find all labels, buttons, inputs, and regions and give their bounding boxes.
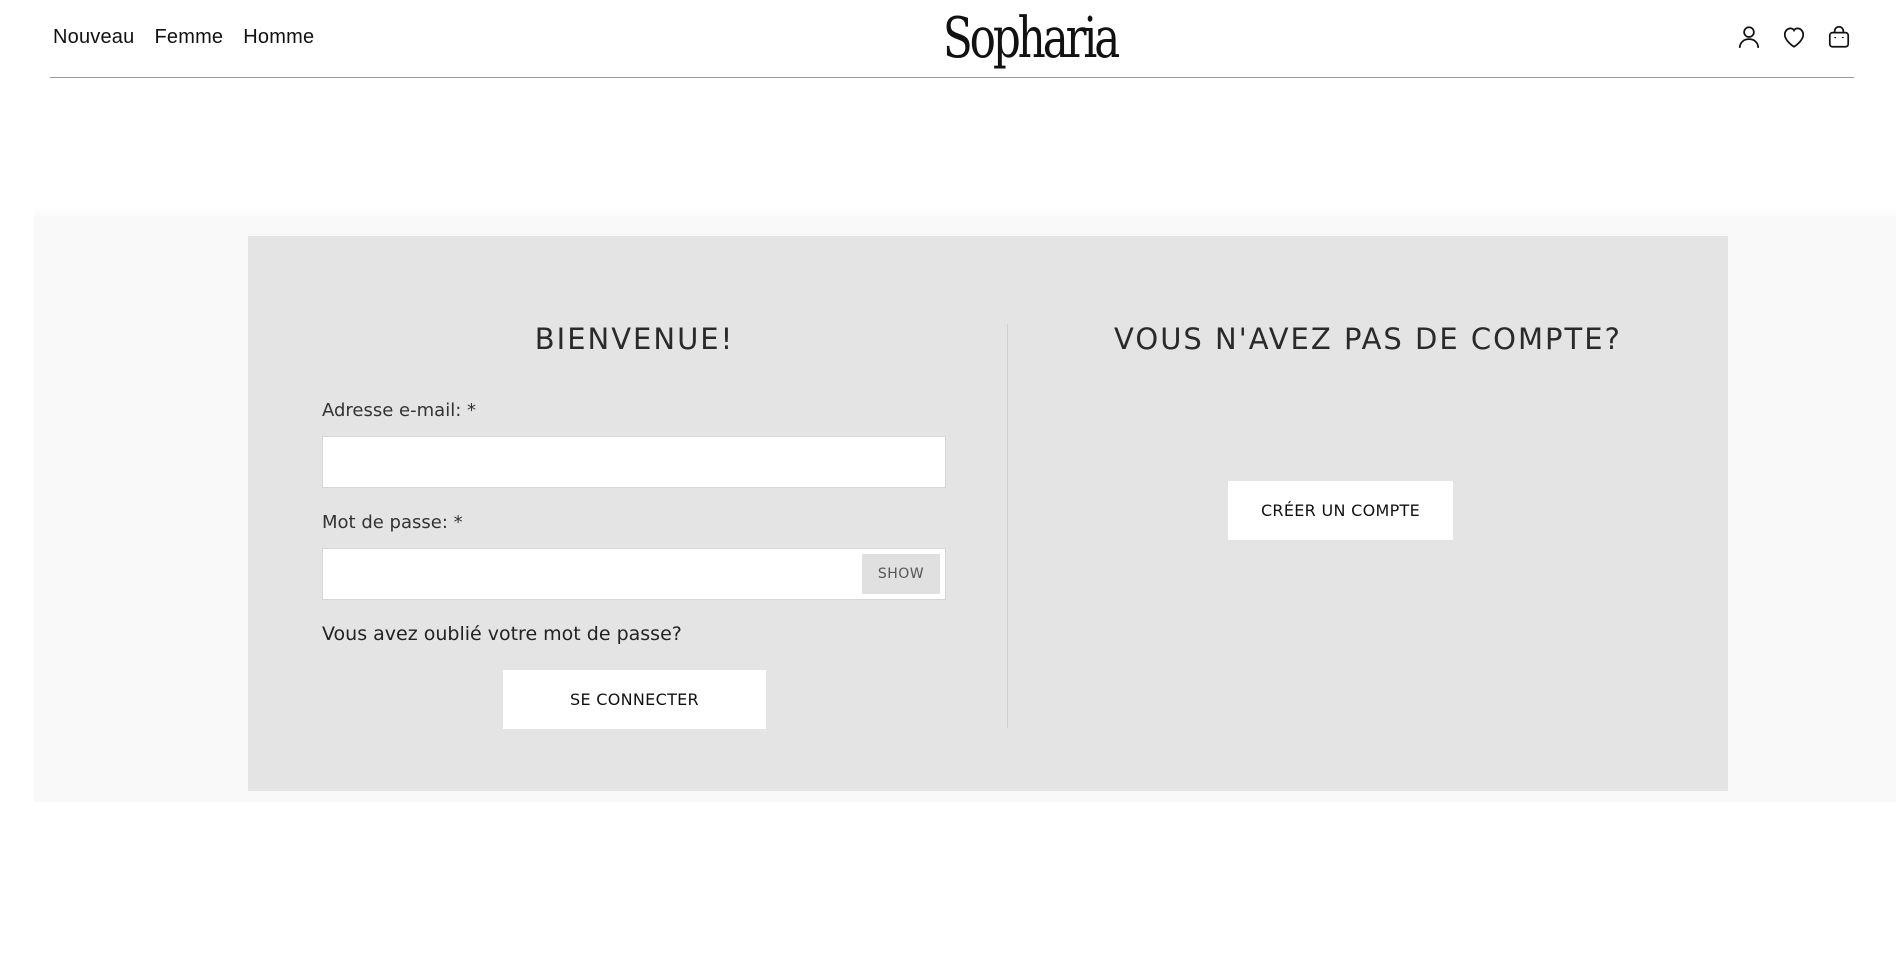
brand-logo[interactable]: Sopharia <box>943 4 1120 72</box>
cart-button[interactable] <box>1824 22 1854 52</box>
login-title: BIENVENUE! <box>534 322 735 356</box>
register-title: VOUS N'AVEZ PAS DE COMPTE? <box>1114 322 1622 356</box>
login-button[interactable]: SE CONNECTER <box>503 670 766 729</box>
show-password-button[interactable]: SHOW <box>862 554 940 594</box>
section-divider <box>1007 324 1008 728</box>
nav-item-nouveau[interactable]: Nouveau <box>53 26 134 49</box>
nav-item-homme[interactable]: Homme <box>243 26 314 49</box>
password-field[interactable] <box>322 548 946 600</box>
user-icon <box>1738 26 1760 48</box>
main-nav: Nouveau Femme Homme <box>53 26 314 49</box>
password-label: Mot de passe: * <box>322 512 463 533</box>
account-button[interactable] <box>1734 22 1764 52</box>
email-field[interactable] <box>322 436 946 488</box>
header-divider <box>50 77 1854 78</box>
wishlist-button[interactable] <box>1779 22 1809 52</box>
nav-item-femme[interactable]: Femme <box>154 26 223 49</box>
create-account-button[interactable]: CRÉER UN COMPTE <box>1228 481 1453 540</box>
shopping-bag-icon <box>1828 25 1850 48</box>
email-label: Adresse e-mail: * <box>322 400 476 421</box>
site-header: Nouveau Femme Homme Sopharia <box>0 0 1896 80</box>
heart-icon <box>1783 27 1805 48</box>
auth-panel: BIENVENUE! Adresse e-mail: * Mot de pass… <box>248 236 1728 791</box>
forgot-password-link[interactable]: Vous avez oublié votre mot de passe? <box>322 623 682 645</box>
